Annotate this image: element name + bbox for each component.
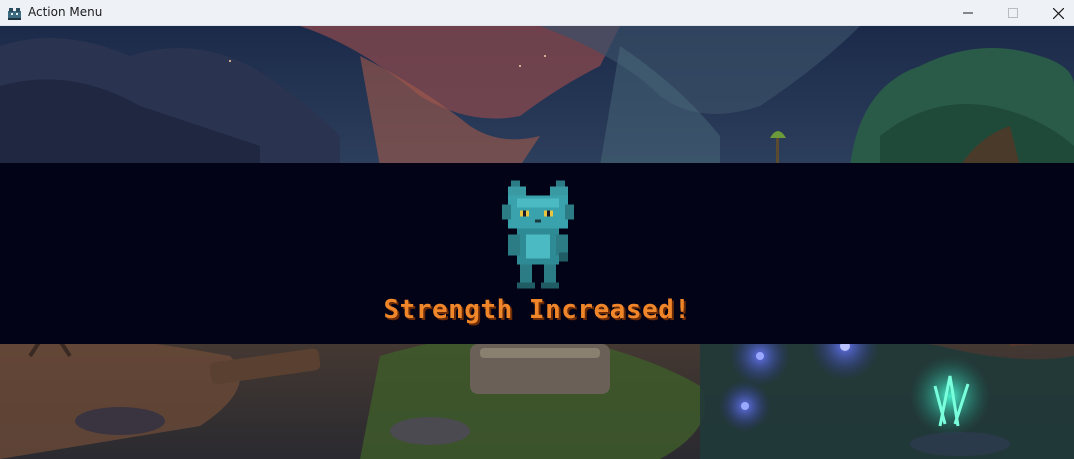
maximize-button[interactable] xyxy=(990,0,1036,26)
minimize-icon xyxy=(963,12,973,14)
minimize-button[interactable] xyxy=(945,0,991,26)
maximize-icon xyxy=(1008,8,1018,18)
game-scene: Strength Increased! xyxy=(0,26,1074,459)
app-icon xyxy=(7,5,22,20)
window-titlebar[interactable]: Action Menu xyxy=(0,0,1074,26)
status-banner: Strength Increased! xyxy=(0,163,1074,344)
window-title: Action Menu xyxy=(28,5,103,19)
cat-creature-sprite xyxy=(502,180,574,289)
close-icon xyxy=(1052,7,1064,19)
status-message: Strength Increased! xyxy=(383,295,691,325)
close-button[interactable] xyxy=(1035,0,1074,26)
